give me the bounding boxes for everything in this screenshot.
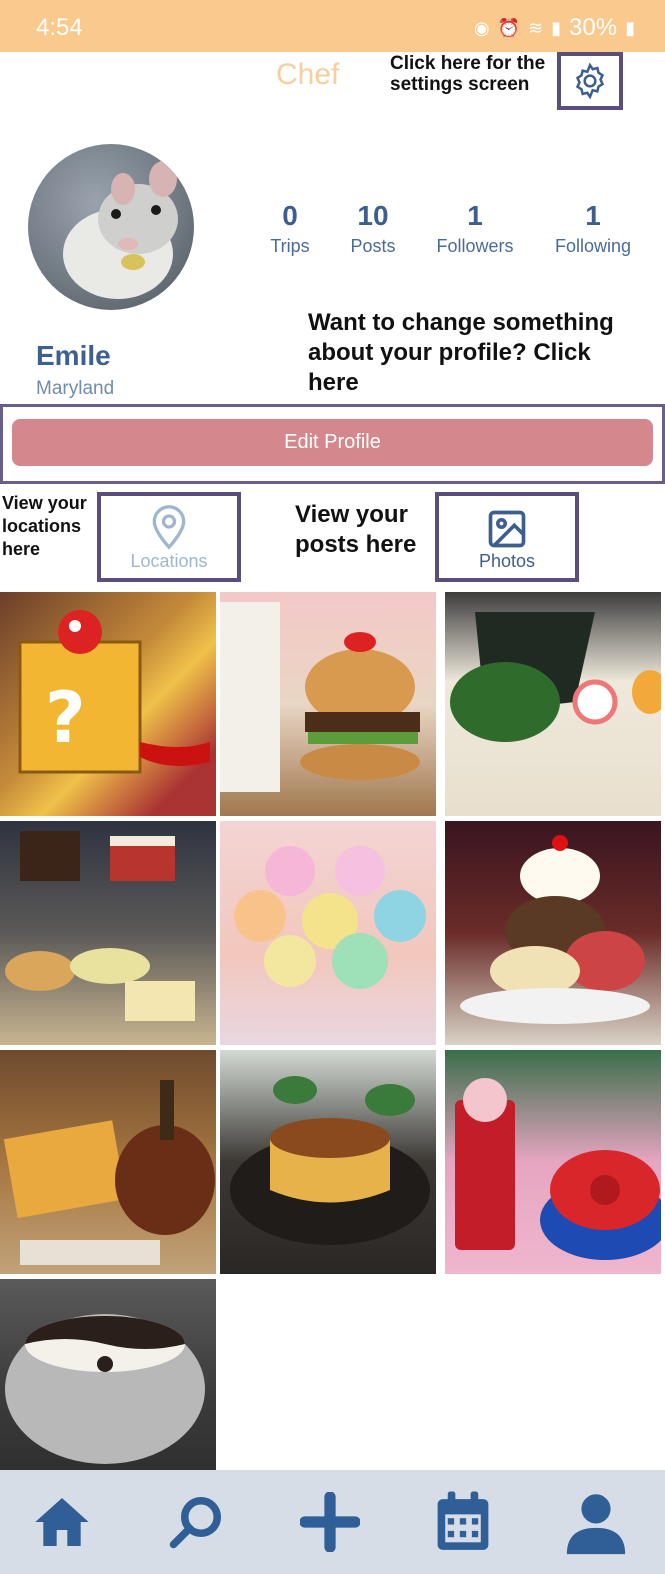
photo-tile[interactable] [445, 821, 661, 1045]
battery-icon: ▮ [625, 17, 635, 38]
photo-fries-and-burger [3, 1080, 215, 1265]
status-icons: ◉ ⏰ ≋ ▮ 30% ▮ [474, 14, 635, 42]
calendar-icon [437, 1491, 489, 1550]
svg-text:?: ? [45, 677, 86, 759]
notification-icon: ◉ [473, 17, 490, 38]
photo-yin-yang-fondue [5, 1314, 205, 1464]
page-title: Chef [276, 58, 340, 91]
stat-posts[interactable]: 10 Posts [318, 200, 428, 257]
photo-cake-display-case [5, 831, 195, 1021]
photo-tile[interactable] [220, 1050, 436, 1274]
nav-calendar[interactable] [427, 1482, 499, 1562]
nav-add[interactable] [294, 1482, 366, 1562]
edit-profile-annotation: Want to change something about your prof… [308, 309, 614, 396]
search-icon [169, 1497, 221, 1549]
home-icon [35, 1498, 89, 1546]
stat-label: Following [554, 236, 632, 256]
tab-locations[interactable]: Locations [97, 492, 241, 582]
stat-label: Posts [350, 236, 396, 256]
image-icon [488, 510, 526, 548]
photo-tile[interactable] [0, 1050, 216, 1274]
stat-value: 1 [585, 200, 601, 231]
photo-flan [230, 1076, 430, 1245]
avatar [28, 144, 194, 310]
profile-icon [566, 1494, 626, 1555]
photo-ramen [450, 612, 661, 742]
tab-label: Photos [478, 551, 536, 571]
stat-value: 1 [467, 200, 483, 231]
photo-ice-cream-sundae [460, 835, 650, 1024]
photo-tile[interactable] [445, 592, 661, 816]
gear-icon [575, 62, 605, 100]
alarm-icon: ⏰ [497, 17, 521, 38]
photos-annotation: View your posts here [295, 501, 417, 558]
add-icon [300, 1492, 360, 1552]
nav-profile[interactable] [560, 1482, 632, 1562]
stat-value: 10 [357, 200, 389, 231]
settings-button[interactable] [557, 52, 623, 110]
battery-level: 30% [569, 14, 618, 41]
nav-search[interactable] [160, 1482, 232, 1562]
settings-annotation: Click here for the settings screen [390, 53, 546, 95]
photo-mario-burger [220, 602, 420, 792]
photo-tile[interactable] [220, 821, 436, 1045]
signal-icon: ▮ [551, 17, 562, 38]
photo-tile[interactable]: ? [0, 592, 216, 816]
stat-followers[interactable]: 1 Followers [420, 200, 530, 257]
profile-name: Emile [36, 340, 111, 371]
photo-pastel-swirl-cake [234, 846, 426, 989]
edit-profile-button[interactable]: Edit Profile [12, 419, 653, 466]
profile-location: Maryland [36, 378, 115, 399]
stat-label: Followers [436, 236, 514, 256]
locations-annotation: View your locations here [2, 493, 87, 559]
nav-home[interactable] [26, 1482, 98, 1562]
stat-following[interactable]: 1 Following [538, 200, 648, 257]
rat-avatar-image [63, 161, 178, 299]
photo-tile[interactable] [445, 1050, 661, 1274]
tab-photos[interactable]: Photos [435, 492, 579, 582]
photo-tile[interactable] [0, 821, 216, 1045]
photo-mario-drink-and-dessert [455, 1078, 661, 1260]
tab-label: Locations [130, 551, 208, 571]
location-pin-icon [152, 505, 186, 550]
status-time: 4:54 [36, 14, 83, 41]
wifi-icon: ≋ [528, 17, 544, 38]
photo-mario-block-cake: ? [18, 610, 210, 774]
photo-tile[interactable] [220, 592, 436, 816]
